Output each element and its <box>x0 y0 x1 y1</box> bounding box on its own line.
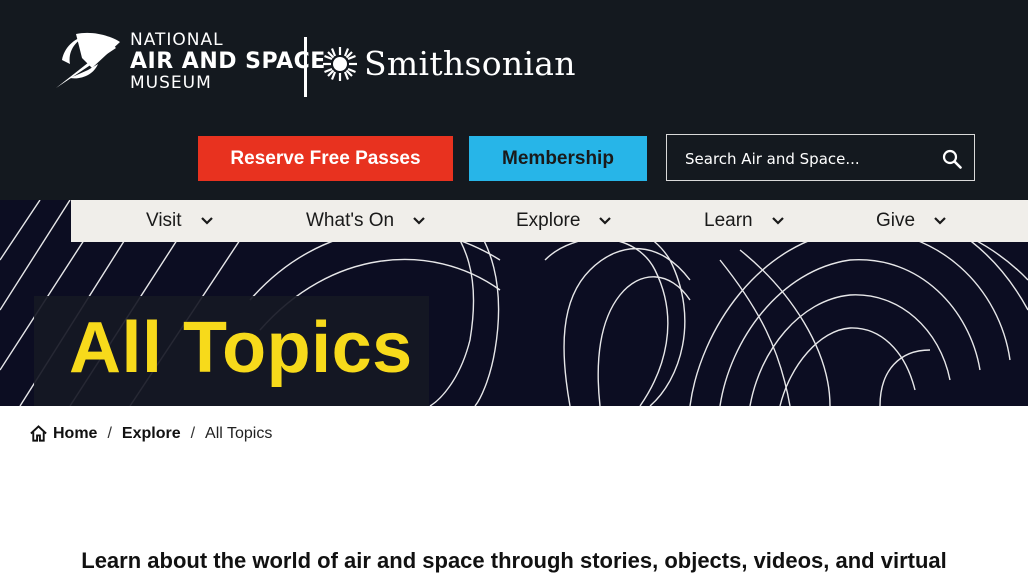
page-title: All Topics <box>69 308 413 388</box>
reserve-passes-button[interactable]: Reserve Free Passes <box>198 136 453 181</box>
nasm-logo[interactable]: NATIONAL AIR AND SPACE MUSEUM <box>52 30 326 94</box>
breadcrumb-separator: / <box>107 424 112 442</box>
breadcrumb: Home / Explore / All Topics <box>29 424 272 443</box>
nasm-logo-line1: NATIONAL <box>130 30 224 50</box>
nav-item-label: Visit <box>146 210 182 231</box>
main-nav: Visit What's On Explore Learn Give <box>71 200 1028 242</box>
breadcrumb-explore[interactable]: Explore <box>122 425 181 443</box>
chevron-down-icon <box>200 217 213 225</box>
logo-divider <box>304 37 307 97</box>
membership-button[interactable]: Membership <box>469 136 647 181</box>
smithsonian-logo[interactable]: Smithsonian <box>322 44 576 83</box>
nav-item-label: What's On <box>306 210 395 231</box>
nav-item-visit[interactable]: Visit <box>146 200 214 242</box>
home-icon[interactable] <box>29 424 48 443</box>
breadcrumb-current: All Topics <box>205 424 273 442</box>
site-header: NATIONAL AIR AND SPACE MUSEUM Smithsonia… <box>0 0 1028 200</box>
page-title-box: All Topics <box>34 296 429 406</box>
breadcrumb-home[interactable]: Home <box>53 425 97 443</box>
search-icon[interactable] <box>942 149 962 169</box>
nav-item-label: Learn <box>704 210 753 231</box>
smithsonian-wordmark: Smithsonian <box>364 44 576 83</box>
nasm-logo-line3: MUSEUM <box>130 73 212 93</box>
search-input[interactable] <box>683 145 927 173</box>
nav-item-whats-on[interactable]: What's On <box>306 200 426 242</box>
nav-item-explore[interactable]: Explore <box>516 200 612 242</box>
smithsonian-sun-icon <box>323 46 357 81</box>
chevron-down-icon <box>934 217 946 225</box>
breadcrumb-separator: / <box>190 424 196 442</box>
chevron-down-icon <box>599 217 612 225</box>
chevron-down-icon <box>771 217 784 225</box>
chevron-down-icon <box>413 217 425 225</box>
nasm-logo-icon <box>56 32 120 88</box>
nav-item-learn[interactable]: Learn <box>704 200 785 242</box>
intro-text: Learn about the world of air and space t… <box>81 548 947 573</box>
nav-item-label: Explore <box>516 210 581 231</box>
search-box <box>666 134 975 181</box>
nasm-logo-line2: AIR AND SPACE <box>130 49 326 74</box>
nav-item-label: Give <box>876 210 916 231</box>
nav-item-give[interactable]: Give <box>876 200 947 242</box>
